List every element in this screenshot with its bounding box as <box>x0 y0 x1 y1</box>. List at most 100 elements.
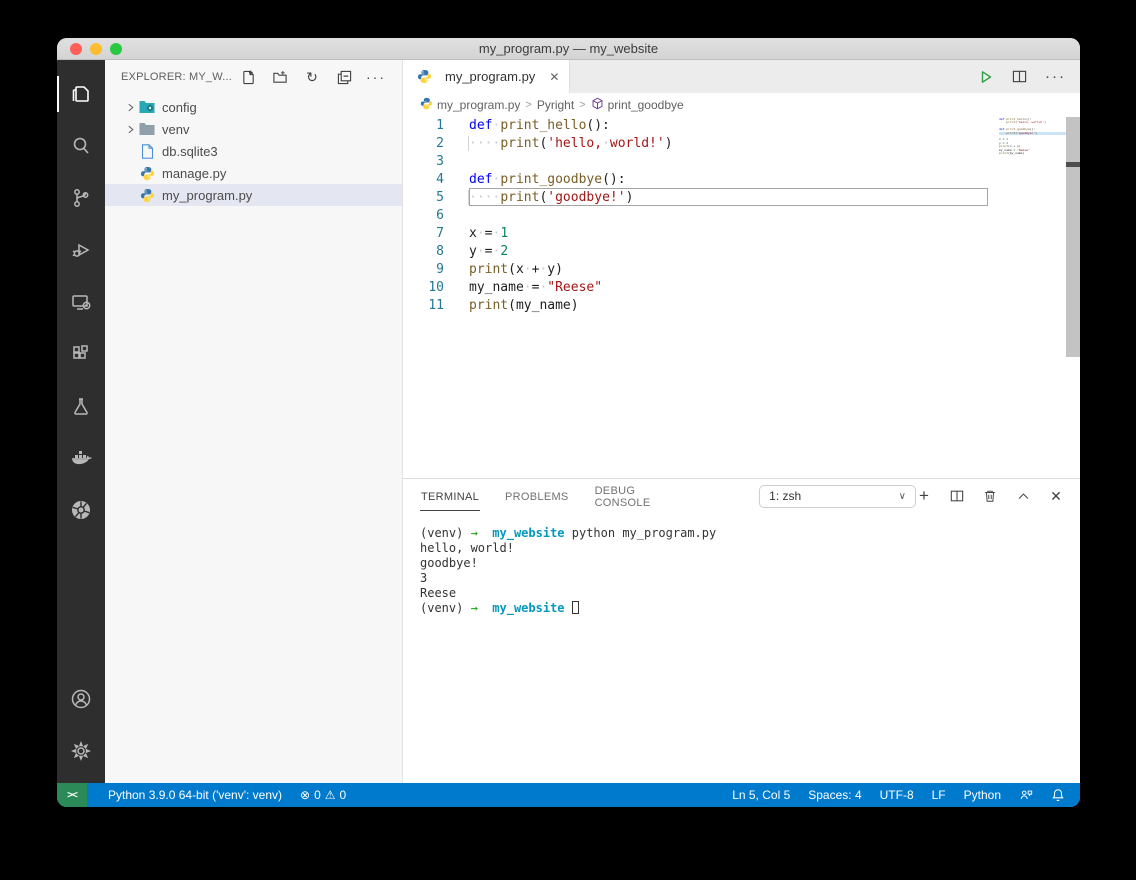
docker-icon[interactable] <box>57 432 105 484</box>
breadcrumb-symbol[interactable]: print_goodbye <box>591 97 684 113</box>
encoding-status[interactable]: UTF-8 <box>871 783 923 807</box>
tab-close-icon[interactable]: ✕ <box>549 70 559 84</box>
terminal-line: 3 <box>420 571 1080 586</box>
terminal-shell-select[interactable]: 1: zsh ∨ <box>759 485 916 508</box>
tab-terminal[interactable]: TERMINAL <box>420 482 480 511</box>
code-line-1[interactable]: 1def·print_hello(): <box>403 117 1080 135</box>
terminal-output[interactable]: (venv) → my_website python my_program.py… <box>403 513 1080 783</box>
breadcrumb-file[interactable]: my_program.py <box>420 97 520 113</box>
tab-problems[interactable]: PROBLEMS <box>504 482 570 510</box>
breadcrumb-separator: > <box>579 99 585 111</box>
source-control-icon[interactable] <box>57 172 105 224</box>
code-line-5[interactable]: 5····print('goodbye!') <box>403 189 1080 207</box>
eol-status[interactable]: LF <box>923 783 955 807</box>
minimap[interactable]: def·print_hello():····print('hello,·worl… <box>999 117 1066 155</box>
title-bar[interactable]: my_program.py — my_website <box>57 38 1080 60</box>
testing-flask-icon[interactable] <box>57 380 105 432</box>
folder-config-icon <box>138 100 156 114</box>
collapse-all-icon[interactable] <box>336 69 352 85</box>
new-folder-icon[interactable] <box>272 69 288 85</box>
explorer-icon[interactable] <box>57 68 105 120</box>
python-file-icon <box>420 97 433 113</box>
editor-tab-bar: my_program.py ✕ ··· <box>403 60 1080 93</box>
code-editor[interactable]: 1def·print_hello():2····print('hello,·wo… <box>403 117 1080 478</box>
tree-item-db-sqlite3[interactable]: db.sqlite3 <box>105 140 402 162</box>
editor-scrollbar[interactable] <box>1066 117 1080 357</box>
python-icon <box>138 166 156 181</box>
more-actions-icon[interactable]: ··· <box>368 69 384 85</box>
terminal-line: (venv) → my_website <box>420 601 1080 616</box>
code-line-9[interactable]: 9print(x·+·y) <box>403 261 1080 279</box>
tree-item-venv[interactable]: venv <box>105 118 402 140</box>
line-content: ····print('goodbye!') <box>469 189 633 207</box>
breadcrumb: my_program.py > Pyright > print_goodbye <box>403 93 1080 117</box>
refresh-icon[interactable]: ↻ <box>304 69 320 85</box>
python-interpreter-status[interactable]: Python 3.9.0 64-bit ('venv': venv) <box>99 783 291 807</box>
bottom-panel: TERMINAL PROBLEMS DEBUG CONSOLE 1: zsh ∨… <box>403 478 1080 783</box>
kill-terminal-trash-icon[interactable] <box>982 488 998 504</box>
code-line-11[interactable]: 11print(my_name) <box>403 297 1080 315</box>
code-line-10[interactable]: 10my_name·=·"Reese" <box>403 279 1080 297</box>
folder-icon <box>138 122 156 136</box>
code-line-6[interactable]: 6 <box>403 207 1080 225</box>
zoom-window-button[interactable] <box>110 43 122 55</box>
accounts-icon[interactable] <box>57 673 105 725</box>
close-panel-icon[interactable]: ✕ <box>1048 488 1064 504</box>
notifications-bell-icon[interactable] <box>1042 783 1074 807</box>
problems-status[interactable]: ⊗ 0 ⚠ 0 <box>291 783 355 807</box>
explorer-sidebar: EXPLORER: MY_W... ↻ ··· <box>105 60 403 783</box>
line-content: y·=·2 <box>469 243 508 261</box>
python-file-icon <box>415 69 433 84</box>
line-content: ····print('hello,·world!') <box>469 135 673 153</box>
cursor-position-status[interactable]: Ln 5, Col 5 <box>723 783 799 807</box>
line-content: def·print_hello(): <box>469 117 610 135</box>
settings-gear-icon[interactable] <box>57 725 105 777</box>
chevron-right-icon[interactable] <box>122 125 138 134</box>
tab-label: my_program.py <box>445 69 535 84</box>
run-python-file-icon[interactable] <box>978 69 994 85</box>
remote-indicator[interactable]: >< <box>57 783 87 807</box>
new-file-icon[interactable] <box>240 69 256 85</box>
file-tree: configvenvdb.sqlite3 manage.py my_program.… <box>105 94 402 206</box>
indentation-status[interactable]: Spaces: 4 <box>799 783 870 807</box>
tree-item-my-program-py[interactable]: my_program.py <box>105 184 402 206</box>
minimap-line: print(my_name) <box>999 152 1066 155</box>
tab-debug-console[interactable]: DEBUG CONSOLE <box>594 476 694 516</box>
line-number: 8 <box>403 243 469 261</box>
file-name: manage.py <box>162 166 226 181</box>
tree-item-manage-py[interactable]: manage.py <box>105 162 402 184</box>
remote-explorer-icon[interactable] <box>57 276 105 328</box>
terminal-line: Reese <box>420 586 1080 601</box>
chevron-down-icon: ∨ <box>899 491 906 502</box>
close-window-button[interactable] <box>70 43 82 55</box>
tree-item-config[interactable]: config <box>105 96 402 118</box>
split-terminal-icon[interactable] <box>949 488 965 504</box>
minimize-window-button[interactable] <box>90 43 102 55</box>
language-mode-status[interactable]: Python <box>955 783 1010 807</box>
feedback-icon[interactable] <box>1010 783 1042 807</box>
terminal-line: (venv) → my_website python my_program.py <box>420 526 1080 541</box>
tab-my-program[interactable]: my_program.py ✕ <box>403 60 570 93</box>
warnings-icon: ⚠ <box>325 788 336 802</box>
breadcrumb-module[interactable]: Pyright <box>537 98 574 112</box>
editor-more-actions-icon[interactable]: ··· <box>1045 72 1066 82</box>
code-line-4[interactable]: 4def·print_goodbye(): <box>403 171 1080 189</box>
desktop-background: my_program.py — my_website <box>0 0 1136 880</box>
kubernetes-icon[interactable] <box>57 484 105 536</box>
code-line-8[interactable]: 8y·=·2 <box>403 243 1080 261</box>
split-editor-icon[interactable] <box>1012 69 1027 84</box>
extensions-icon[interactable] <box>57 328 105 380</box>
activity-bar <box>57 60 105 783</box>
errors-icon: ⊗ <box>300 788 310 802</box>
run-and-debug-icon[interactable] <box>57 224 105 276</box>
new-terminal-icon[interactable]: + <box>916 488 932 504</box>
line-content: print(x·+·y) <box>469 261 563 279</box>
code-line-2[interactable]: 2····print('hello,·world!') <box>403 135 1080 153</box>
line-number: 9 <box>403 261 469 279</box>
code-line-7[interactable]: 7x·=·1 <box>403 225 1080 243</box>
chevron-right-icon[interactable] <box>122 103 138 112</box>
file-name: my_program.py <box>162 188 252 203</box>
search-icon[interactable] <box>57 120 105 172</box>
maximize-panel-chevron-icon[interactable] <box>1015 488 1031 504</box>
code-line-3[interactable]: 3 <box>403 153 1080 171</box>
